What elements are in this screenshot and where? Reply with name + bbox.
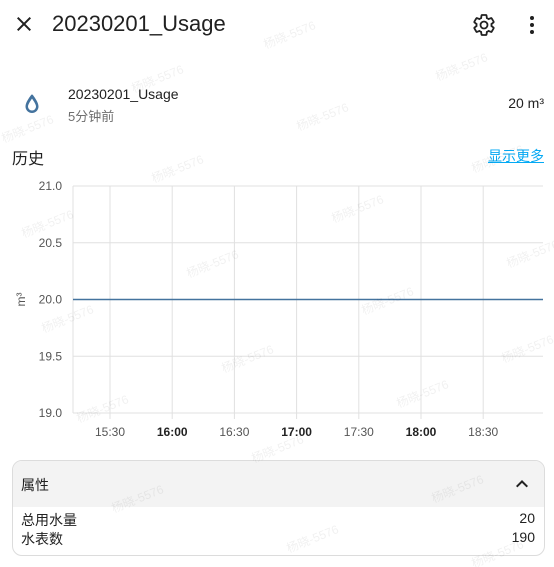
x-tick-label: 16:30 — [219, 425, 249, 439]
more-vertical-icon — [530, 16, 534, 34]
entity-name: 20230201_Usage — [68, 86, 179, 102]
attribute-value: 190 — [511, 529, 535, 545]
x-tick-label: 17:00 — [281, 425, 312, 439]
history-heading: 历史 — [12, 151, 45, 168]
attribute-row: 水表数 190 — [21, 529, 535, 549]
more-options-button[interactable] — [516, 9, 548, 41]
attribute-key: 总用水量 — [21, 512, 77, 528]
y-tick-label: 19.0 — [39, 406, 63, 420]
dialog-header: 20230201_Usage — [0, 0, 554, 50]
y-tick-label: 20.5 — [39, 236, 63, 250]
history-chart: 21.0 20.5 20.0 19.5 19.0 15:30 16:00 16:30 17:00… — [14, 179, 543, 439]
attributes-header[interactable]: 属性 — [13, 461, 544, 507]
x-tick-label: 16:00 — [157, 425, 188, 439]
attributes-title: 属性 — [21, 477, 49, 493]
y-tick-label: 19.5 — [39, 349, 63, 363]
settings-button[interactable] — [468, 9, 500, 41]
entity-last-changed: 5分钟前 — [68, 109, 115, 124]
dialog-title: 20230201_Usage — [52, 11, 226, 36]
y-tick-label: 21.0 — [39, 179, 63, 193]
water-drop-icon — [25, 94, 39, 113]
x-tick-label: 15:30 — [95, 425, 125, 439]
entity-value: 20 m³ — [508, 95, 544, 111]
attribute-row: 总用水量 20 — [21, 510, 535, 530]
close-icon — [17, 17, 31, 31]
x-tick-label: 18:30 — [468, 425, 498, 439]
y-axis-label: m³ — [14, 293, 28, 307]
x-tick-label: 17:30 — [344, 425, 374, 439]
attribute-key: 水表数 — [21, 531, 63, 547]
attributes-panel: 属性 总用水量 20 水表数 190 — [12, 460, 545, 556]
chevron-up-icon[interactable] — [510, 472, 534, 496]
gear-icon — [473, 14, 495, 36]
x-tick-label: 18:00 — [406, 425, 437, 439]
entity-state-row[interactable]: 20230201_Usage 5分钟前 20 m³ — [0, 80, 554, 128]
attribute-value: 20 — [519, 510, 535, 526]
close-button[interactable] — [8, 8, 40, 40]
y-tick-label: 20.0 — [39, 293, 63, 307]
show-more-link[interactable]: 显示更多 — [488, 146, 544, 166]
